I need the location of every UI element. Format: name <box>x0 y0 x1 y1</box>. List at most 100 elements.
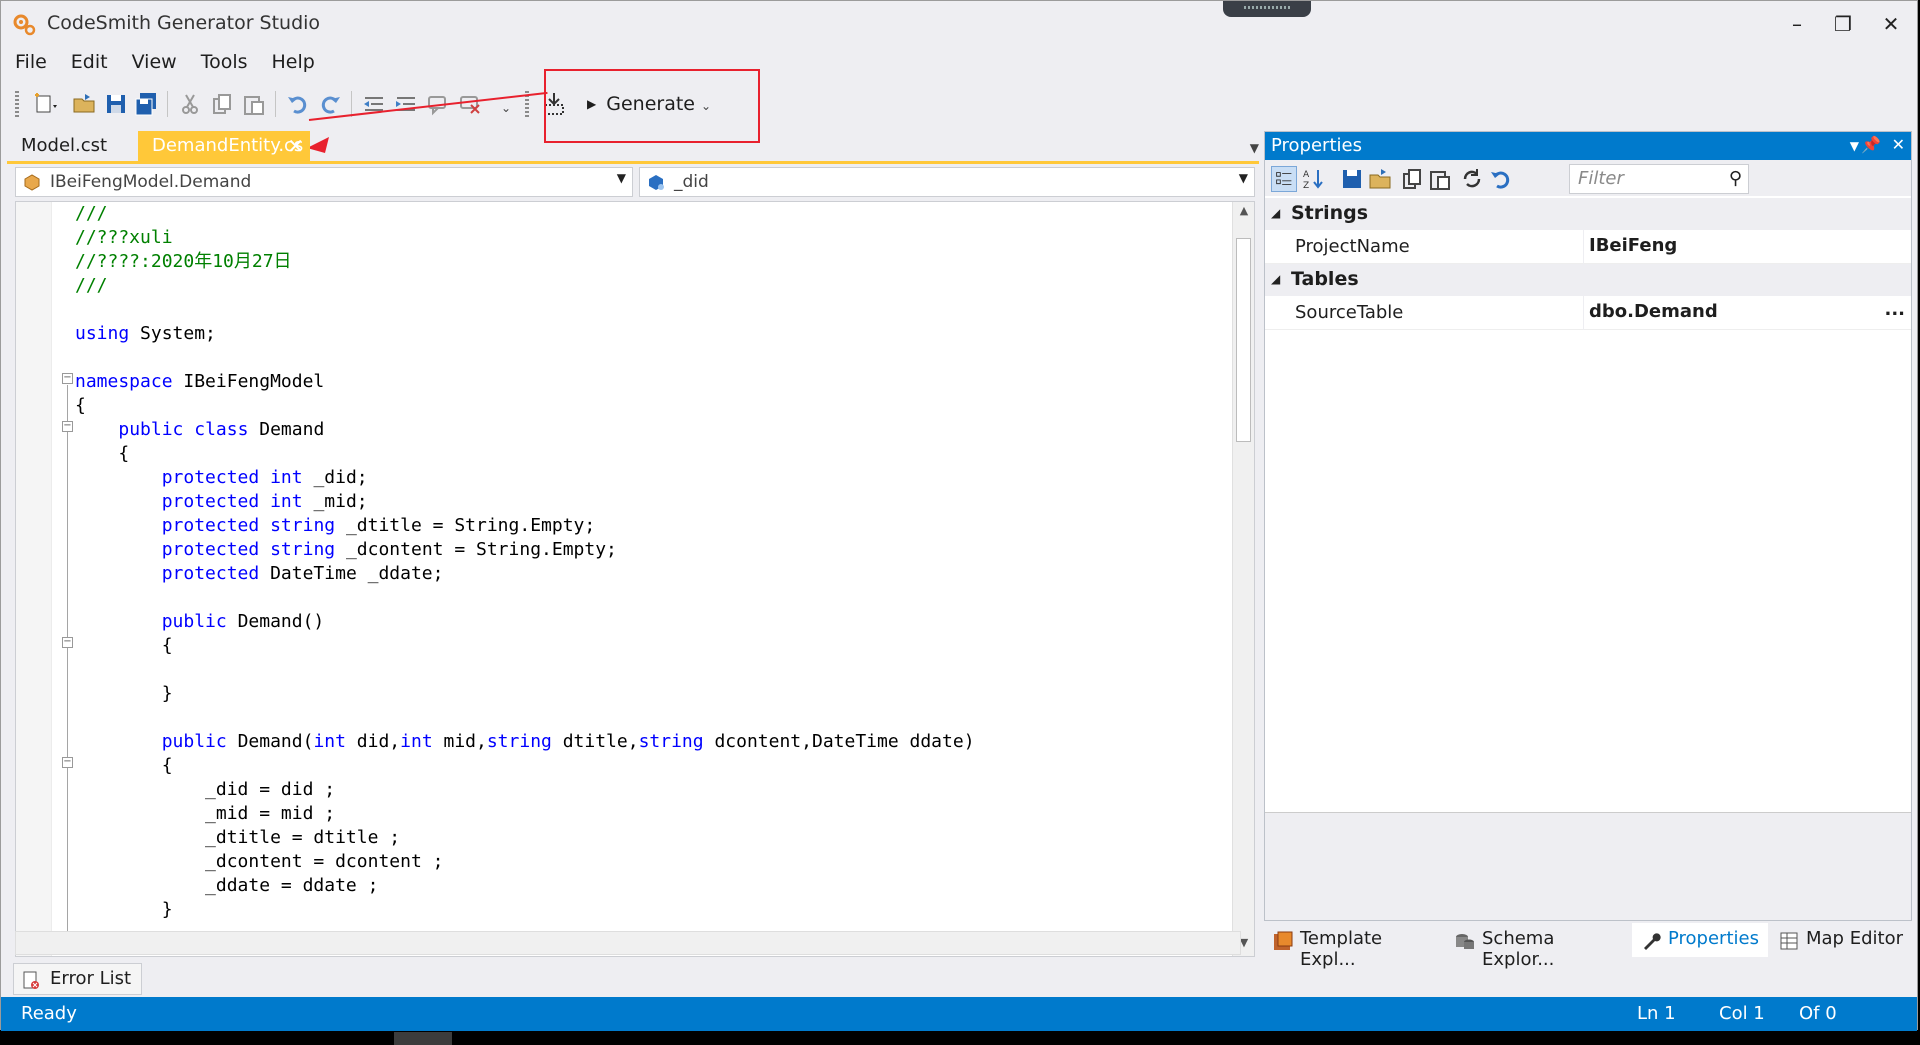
code-line[interactable]: { <box>75 442 975 466</box>
code-line[interactable]: //???xuli <box>75 226 975 250</box>
menu-edit[interactable]: Edit <box>57 49 118 79</box>
code-token: { <box>161 635 173 656</box>
tab-map-editor[interactable]: Map Editor <box>1770 923 1912 957</box>
fold-collapse-icon[interactable]: − <box>62 421 73 432</box>
code-line[interactable] <box>75 658 975 682</box>
code-line[interactable]: protected int _did; <box>75 466 975 490</box>
category-tables[interactable]: ◢ Tables <box>1265 264 1911 296</box>
code-line[interactable]: _dcontent = dcontent ; <box>75 850 975 874</box>
code-line[interactable]: public Demand() <box>75 610 975 634</box>
scroll-up-icon[interactable]: ▲ <box>1233 204 1254 224</box>
browse-button[interactable]: ... <box>1884 299 1905 320</box>
code-line[interactable] <box>75 706 975 730</box>
paste-properties-icon[interactable] <box>1427 166 1453 192</box>
property-row-sourcetable[interactable]: SourceTable dbo.Demand ... <box>1265 296 1911 330</box>
redo-icon[interactable] <box>317 91 343 117</box>
property-value[interactable]: IBeiFeng <box>1589 235 1677 256</box>
code-line[interactable] <box>75 586 975 610</box>
code-line[interactable]: //????:2020年10月27日 <box>75 250 975 274</box>
code-line[interactable]: /// <box>75 274 975 298</box>
uncomment-icon[interactable] <box>457 91 483 117</box>
code-line[interactable]: { <box>75 634 975 658</box>
fold-collapse-icon[interactable]: − <box>62 637 73 648</box>
new-file-icon[interactable] <box>31 91 57 117</box>
close-tab-icon[interactable]: ✕ <box>287 134 304 158</box>
tab-demandentity-cs[interactable]: DemandEntity.cs ✕ <box>138 131 310 163</box>
tab-properties[interactable]: Properties <box>1632 923 1768 957</box>
property-row-projectname[interactable]: ProjectName IBeiFeng <box>1265 230 1911 264</box>
undo-icon[interactable] <box>285 91 311 117</box>
code-line[interactable]: protected int _mid; <box>75 490 975 514</box>
refresh-icon[interactable] <box>1459 166 1485 192</box>
minimize-button[interactable]: – <box>1777 9 1817 39</box>
fold-collapse-icon[interactable]: − <box>62 757 73 768</box>
properties-header: Properties ▼ 📌 ✕ <box>1265 132 1911 160</box>
type-navigation-combo[interactable]: IBeiFengModel.Demand ▼ <box>15 167 633 197</box>
tab-model-cst[interactable]: Model.cst <box>7 131 117 163</box>
code-line[interactable]: namespace IBeiFengModel <box>75 370 975 394</box>
reset-icon[interactable] <box>1487 166 1513 192</box>
error-list-tab[interactable]: Error List <box>13 963 143 995</box>
scrollbar-thumb[interactable] <box>1236 238 1251 442</box>
code-line[interactable]: } <box>75 682 975 706</box>
category-strings[interactable]: ◢ Strings <box>1265 198 1911 230</box>
collapse-triangle-icon[interactable]: ◢ <box>1271 272 1280 286</box>
toolbar-overflow-icon[interactable]: ⌄ <box>501 101 511 115</box>
copy-icon[interactable] <box>209 91 235 117</box>
code-line[interactable]: _dtitle = dtitle ; <box>75 826 975 850</box>
restore-button[interactable]: ❐ <box>1823 9 1863 39</box>
toolbar-grip[interactable] <box>15 91 19 117</box>
code-line[interactable]: public Demand(int did,int mid,string dti… <box>75 730 975 754</box>
close-panel-icon[interactable]: ✕ <box>1892 135 1905 154</box>
code-line[interactable]: } <box>75 898 975 922</box>
code-token: _dcontent = String.Empty; <box>335 539 617 560</box>
paste-icon[interactable] <box>241 91 267 117</box>
menu-help[interactable]: Help <box>258 49 325 79</box>
filter-input[interactable]: Filter ⚲ <box>1569 164 1749 194</box>
sort-alphabetical-icon[interactable]: AZ <box>1301 166 1327 192</box>
copy-properties-icon[interactable] <box>1399 166 1425 192</box>
code-editor[interactable]: /// //???xuli //????:2020年10月27日 /// using S… <box>15 201 1255 957</box>
code-token: Demand( <box>226 731 314 752</box>
menu-file[interactable]: File <box>1 49 57 79</box>
code-line[interactable] <box>75 346 975 370</box>
fold-collapse-icon[interactable]: − <box>62 373 73 384</box>
member-navigation-combo[interactable]: _did ▼ <box>639 167 1255 197</box>
categorized-icon[interactable] <box>1271 166 1297 192</box>
code-line[interactable]: _mid = mid ; <box>75 802 975 826</box>
code-line[interactable]: { <box>75 754 975 778</box>
code-line[interactable]: _ddate = ddate ; <box>75 874 975 898</box>
search-icon[interactable]: ⚲ <box>1729 168 1742 189</box>
collapse-triangle-icon[interactable]: ◢ <box>1271 206 1280 220</box>
code-line[interactable]: protected string _dcontent = String.Empt… <box>75 538 975 562</box>
tabs-dropdown-icon[interactable]: ▼ <box>1250 141 1259 155</box>
vertical-scrollbar[interactable]: ▲ ▼ <box>1232 202 1254 956</box>
save-all-icon[interactable] <box>133 91 159 117</box>
code-line[interactable]: protected string _dtitle = String.Empty; <box>75 514 975 538</box>
code-line[interactable] <box>75 298 975 322</box>
close-window-button[interactable]: ✕ <box>1871 9 1911 39</box>
menu-tools[interactable]: Tools <box>187 49 258 79</box>
code-line[interactable]: public class Demand <box>75 418 975 442</box>
tab-schema-explorer[interactable]: Schema Explor... <box>1446 923 1630 970</box>
tab-template-explorer[interactable]: Template Expl... <box>1264 923 1446 970</box>
menu-view[interactable]: View <box>118 49 187 79</box>
indent-icon[interactable] <box>393 91 419 117</box>
panel-dropdown-icon[interactable]: ▼ <box>1850 139 1859 153</box>
code-line[interactable]: _did = did ; <box>75 778 975 802</box>
horizontal-scrollbar[interactable] <box>15 931 1241 955</box>
cut-icon[interactable] <box>177 91 203 117</box>
property-value[interactable]: dbo.Demand <box>1589 301 1718 322</box>
column-divider[interactable] <box>1583 230 1584 264</box>
code-line[interactable]: using System; <box>75 322 975 346</box>
open-folder-icon[interactable] <box>71 91 97 117</box>
code-line[interactable]: protected DateTime _ddate; <box>75 562 975 586</box>
code-line[interactable]: /// <box>75 202 975 226</box>
code-text[interactable]: /// //???xuli //????:2020年10月27日 /// using S… <box>75 202 975 922</box>
code-line[interactable]: { <box>75 394 975 418</box>
save-properties-icon[interactable] <box>1339 166 1365 192</box>
pin-icon[interactable]: 📌 <box>1861 135 1881 154</box>
load-properties-icon[interactable] <box>1367 166 1393 192</box>
save-icon[interactable] <box>103 91 129 117</box>
column-divider[interactable] <box>1583 296 1584 330</box>
